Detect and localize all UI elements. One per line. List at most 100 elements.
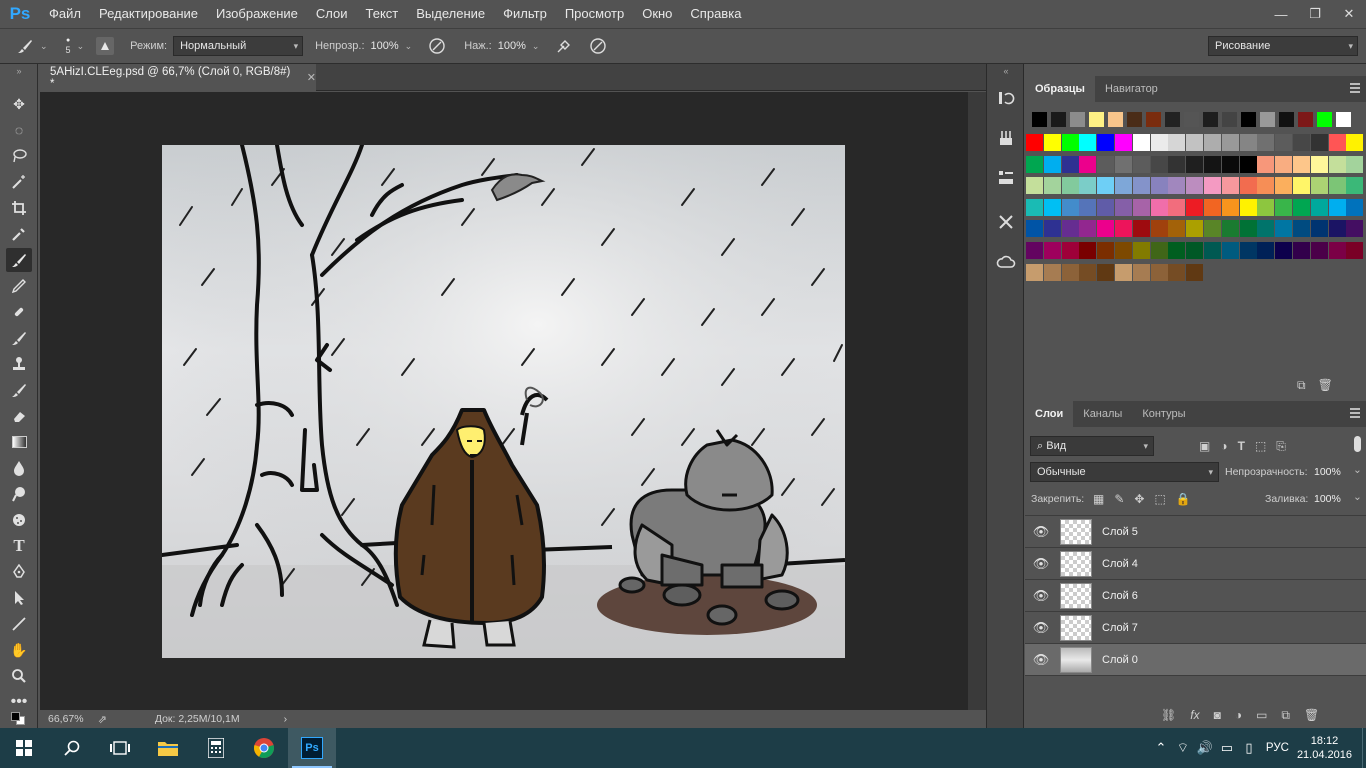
mode-select[interactable]: Нормальный ▾ bbox=[173, 36, 304, 56]
filter-type-icon[interactable]: T bbox=[1238, 439, 1245, 454]
swatch[interactable] bbox=[1079, 155, 1097, 173]
swatch[interactable] bbox=[1257, 220, 1275, 238]
swatch[interactable] bbox=[1336, 112, 1351, 127]
opacity-value[interactable]: 100% bbox=[371, 40, 399, 52]
swatch[interactable] bbox=[1204, 155, 1221, 173]
swatch[interactable] bbox=[1026, 198, 1043, 216]
more-tools-icon[interactable]: ••• bbox=[6, 690, 32, 714]
swatch[interactable] bbox=[1097, 134, 1115, 151]
hand-tool-icon[interactable]: ✋ bbox=[6, 638, 32, 662]
swatch[interactable] bbox=[1051, 112, 1066, 127]
swatch[interactable] bbox=[1061, 263, 1079, 281]
search-icon[interactable] bbox=[48, 728, 96, 768]
swatch[interactable] bbox=[1239, 177, 1257, 195]
swatch[interactable] bbox=[1310, 177, 1328, 195]
swatch[interactable] bbox=[1221, 134, 1239, 151]
menu-edit[interactable]: Редактирование bbox=[90, 0, 207, 28]
swatch[interactable] bbox=[1298, 112, 1313, 127]
swatch[interactable] bbox=[1239, 198, 1257, 216]
swatch[interactable] bbox=[1310, 134, 1328, 151]
swatch[interactable] bbox=[1222, 112, 1237, 127]
swatch[interactable] bbox=[1132, 177, 1150, 195]
swatch[interactable] bbox=[1132, 155, 1150, 173]
visibility-eye-icon[interactable]: 👁 bbox=[1025, 556, 1057, 572]
menu-layers[interactable]: Слои bbox=[307, 0, 357, 28]
clone-source-icon[interactable] bbox=[994, 166, 1018, 190]
color-swatches-icon[interactable] bbox=[6, 712, 32, 726]
pen-tool-icon[interactable] bbox=[6, 560, 32, 584]
flow-value[interactable]: 100% bbox=[498, 40, 526, 52]
visibility-eye-icon[interactable]: 👁 bbox=[1025, 620, 1057, 636]
close-icon[interactable]: ✕ bbox=[1332, 0, 1366, 28]
swatch[interactable] bbox=[1150, 155, 1168, 173]
lock-transparency-icon[interactable]: ▦ bbox=[1093, 492, 1104, 506]
adjustment-layer-icon[interactable]: ◑ bbox=[1235, 708, 1242, 723]
swatch[interactable] bbox=[1221, 220, 1239, 238]
show-desktop-button[interactable] bbox=[1362, 728, 1366, 768]
brush-tool-icon[interactable] bbox=[6, 248, 32, 272]
swatch[interactable] bbox=[1239, 220, 1257, 238]
swatch[interactable] bbox=[1221, 242, 1239, 259]
swatch[interactable] bbox=[1186, 220, 1204, 238]
swatch[interactable] bbox=[1204, 134, 1221, 151]
swatch[interactable] bbox=[1239, 242, 1257, 259]
swatch[interactable] bbox=[1061, 220, 1079, 238]
menu-view[interactable]: Просмотр bbox=[556, 0, 633, 28]
swatch[interactable] bbox=[1097, 155, 1115, 173]
swatch[interactable] bbox=[1257, 198, 1275, 216]
swatch[interactable] bbox=[1168, 134, 1186, 151]
swatch[interactable] bbox=[1079, 263, 1097, 281]
chevron-down-icon[interactable]: ⌄ bbox=[40, 41, 48, 52]
swatch[interactable] bbox=[1115, 155, 1132, 173]
trash-icon[interactable]: 🗑 bbox=[1304, 708, 1319, 723]
swatch[interactable] bbox=[1043, 263, 1061, 281]
creative-cloud-icon[interactable] bbox=[994, 250, 1018, 274]
minimize-icon[interactable]: — bbox=[1264, 0, 1298, 28]
swatch[interactable] bbox=[1275, 134, 1293, 151]
swatch[interactable] bbox=[1204, 220, 1221, 238]
swatch[interactable] bbox=[1346, 155, 1364, 173]
swatch[interactable] bbox=[1115, 242, 1132, 259]
lock-all-icon[interactable]: 🔒 bbox=[1176, 492, 1191, 506]
eyedropper-icon[interactable] bbox=[6, 222, 32, 246]
foreground-color-swatch[interactable] bbox=[11, 712, 20, 721]
calculator-icon[interactable] bbox=[192, 728, 240, 768]
layer-row[interactable]: 👁 Слой 7 bbox=[1025, 612, 1366, 644]
clock[interactable]: 18:12 21.04.2016 bbox=[1297, 734, 1352, 762]
menu-window[interactable]: Окно bbox=[633, 0, 681, 28]
document-tab[interactable]: 5AHizI.CLEeg.psd @ 66,7% (Слой 0, RGB/8#… bbox=[40, 64, 316, 91]
restore-icon[interactable]: ❐ bbox=[1298, 0, 1332, 28]
history-panel-icon[interactable] bbox=[994, 86, 1018, 110]
menu-select[interactable]: Выделение bbox=[407, 0, 494, 28]
swatch[interactable] bbox=[1115, 134, 1132, 151]
swatch[interactable] bbox=[1115, 198, 1132, 216]
layer-style-icon[interactable]: fx bbox=[1190, 708, 1199, 723]
chevron-down-icon[interactable]: ⌄ bbox=[405, 41, 413, 52]
magic-wand-icon[interactable] bbox=[6, 170, 32, 194]
swatch[interactable] bbox=[1070, 112, 1085, 127]
swatch[interactable] bbox=[1127, 112, 1142, 127]
tab-paths[interactable]: Контуры bbox=[1132, 401, 1195, 427]
swatch[interactable] bbox=[1293, 198, 1310, 216]
swatch[interactable] bbox=[1310, 155, 1328, 173]
blend-mode-select[interactable]: Обычные ▾ bbox=[1030, 462, 1219, 482]
swatch[interactable] bbox=[1132, 134, 1150, 151]
swatch[interactable] bbox=[1150, 198, 1168, 216]
swatch[interactable] bbox=[1108, 112, 1123, 127]
menu-type[interactable]: Текст bbox=[357, 0, 408, 28]
crop-tool-icon[interactable] bbox=[6, 196, 32, 220]
brush-panel-icon[interactable] bbox=[96, 37, 115, 55]
vertical-scrollbar[interactable] bbox=[968, 92, 986, 710]
swatch[interactable] bbox=[1203, 112, 1218, 127]
sponge-tool-icon[interactable] bbox=[6, 508, 32, 532]
tab-channels[interactable]: Каналы bbox=[1073, 401, 1132, 427]
chevron-down-icon[interactable]: ⌄ bbox=[77, 41, 85, 52]
swatch[interactable] bbox=[1150, 242, 1168, 259]
swatch[interactable] bbox=[1346, 134, 1364, 151]
layer-row[interactable]: 👁 Слой 0 bbox=[1025, 644, 1366, 676]
swatch[interactable] bbox=[1026, 134, 1043, 151]
swatch[interactable] bbox=[1186, 177, 1204, 195]
swatch[interactable] bbox=[1150, 263, 1168, 281]
swatch[interactable] bbox=[1279, 112, 1294, 127]
wifi-icon[interactable]: ⌔ bbox=[1172, 740, 1194, 756]
